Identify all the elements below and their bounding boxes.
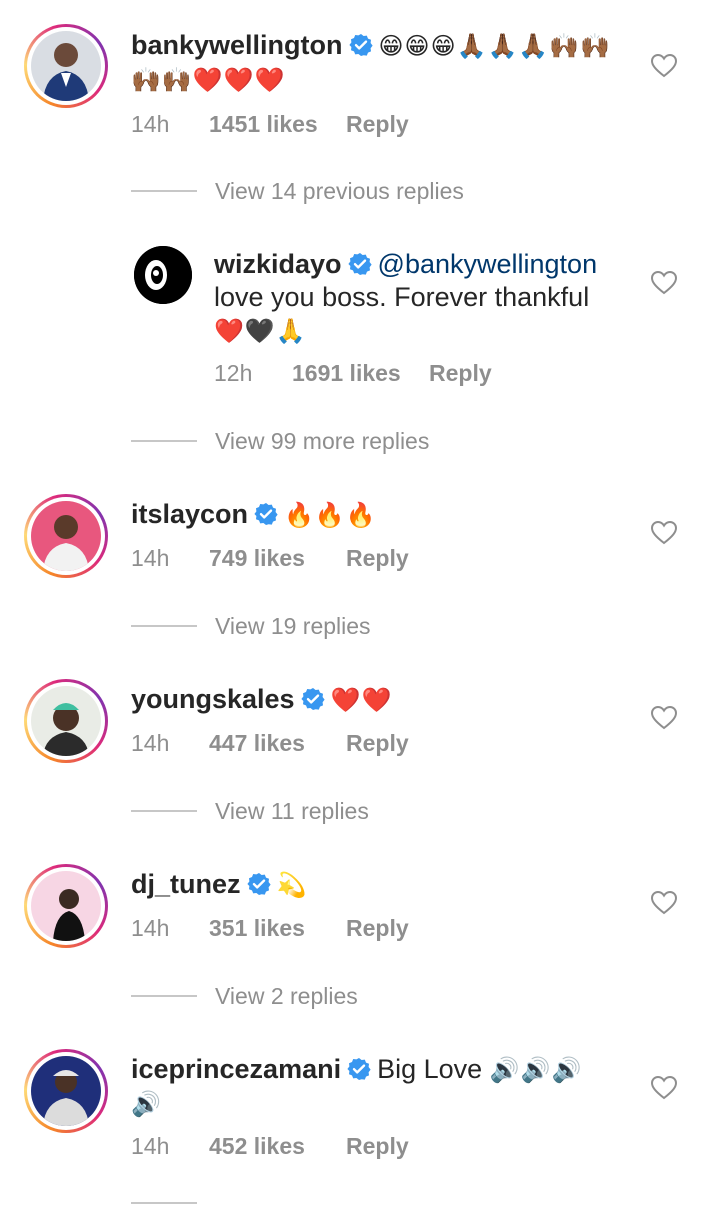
avatar-dj-tunez[interactable] bbox=[24, 864, 108, 948]
heart-icon[interactable] bbox=[651, 706, 677, 730]
likes-count[interactable]: 749 likes bbox=[209, 545, 346, 572]
reply-button[interactable]: Reply bbox=[346, 730, 409, 757]
reply-button[interactable]: Reply bbox=[346, 1133, 409, 1160]
heart-icon[interactable] bbox=[651, 891, 677, 915]
comment-emoji: ❤️🖤🙏 bbox=[214, 317, 307, 345]
verified-badge-icon bbox=[300, 688, 325, 710]
comment-text: 💫 bbox=[276, 871, 308, 899]
avatar-iceprincezamani[interactable] bbox=[24, 1049, 108, 1133]
profile-photo-icon bbox=[31, 1056, 101, 1126]
profile-photo-icon bbox=[31, 31, 101, 101]
heart-icon[interactable] bbox=[651, 271, 677, 295]
verified-badge-icon bbox=[348, 34, 373, 56]
timestamp: 14h bbox=[131, 111, 170, 137]
comment-text: ❤️❤️ bbox=[330, 686, 393, 714]
likes-count[interactable]: 351 likes bbox=[209, 915, 346, 942]
view-more-replies-link[interactable]: View 99 more replies bbox=[215, 428, 429, 455]
view-replies-line bbox=[131, 1202, 197, 1204]
comments-list: bankywellington 😁😁😁🙏🏾🙏🏾🙏🏾🙌🏾🙌🏾🙌🏾🙌🏾❤️❤️❤️ 1… bbox=[0, 0, 720, 1206]
timestamp: 12h bbox=[214, 360, 253, 386]
verified-badge-icon bbox=[347, 253, 372, 275]
timestamp: 14h bbox=[131, 545, 170, 571]
likes-count[interactable]: 447 likes bbox=[209, 730, 346, 757]
reply-button[interactable]: Reply bbox=[346, 111, 409, 138]
likes-count[interactable]: 1691 likes bbox=[292, 360, 429, 387]
username[interactable]: iceprincezamani bbox=[131, 1054, 341, 1084]
reply-button[interactable]: Reply bbox=[346, 545, 409, 572]
heart-icon[interactable] bbox=[651, 1076, 677, 1100]
comment-text: 🔥🔥🔥 bbox=[284, 501, 377, 529]
avatar-itslaycon[interactable] bbox=[24, 494, 108, 578]
timestamp: 14h bbox=[131, 915, 170, 941]
reply-button[interactable]: Reply bbox=[429, 360, 492, 387]
view-replies-line bbox=[131, 810, 197, 812]
view-replies-link[interactable]: View 19 replies bbox=[215, 613, 371, 640]
avatar-youngskales[interactable] bbox=[24, 679, 108, 763]
username[interactable]: itslaycon bbox=[131, 499, 248, 529]
verified-badge-icon bbox=[246, 873, 271, 895]
avatar-bankywellington[interactable] bbox=[24, 24, 108, 108]
view-replies-line bbox=[131, 625, 197, 627]
likes-count[interactable]: 1451 likes bbox=[209, 111, 346, 138]
timestamp: 14h bbox=[131, 1133, 170, 1159]
profile-photo-icon bbox=[31, 501, 101, 571]
heart-icon[interactable] bbox=[651, 521, 677, 545]
verified-badge-icon bbox=[254, 503, 278, 525]
view-replies-line bbox=[131, 190, 197, 192]
username[interactable]: bankywellington bbox=[131, 30, 343, 60]
username[interactable]: dj_tunez bbox=[131, 869, 241, 899]
comment-text: love you boss. Forever thankful bbox=[214, 282, 590, 312]
username[interactable]: youngskales bbox=[131, 684, 295, 714]
heart-icon[interactable] bbox=[651, 54, 677, 78]
profile-photo-icon bbox=[134, 246, 192, 304]
view-previous-replies-link[interactable]: View 14 previous replies bbox=[215, 178, 464, 205]
view-replies-line bbox=[131, 440, 197, 442]
likes-count[interactable]: 452 likes bbox=[209, 1133, 346, 1160]
view-replies-line bbox=[131, 995, 197, 997]
timestamp: 14h bbox=[131, 730, 170, 756]
profile-photo-icon bbox=[31, 686, 101, 756]
view-replies-link[interactable]: View 11 replies bbox=[215, 798, 369, 825]
reply-button[interactable]: Reply bbox=[346, 915, 409, 942]
username[interactable]: wizkidayo bbox=[214, 249, 342, 279]
mention-link[interactable]: @bankywellington bbox=[378, 249, 598, 279]
avatar-wizkidayo[interactable] bbox=[134, 246, 192, 304]
verified-badge-icon bbox=[347, 1058, 371, 1080]
profile-photo-icon bbox=[31, 871, 101, 941]
comment-text: Big Love bbox=[377, 1054, 483, 1084]
view-replies-link[interactable]: View 2 replies bbox=[215, 983, 358, 1010]
